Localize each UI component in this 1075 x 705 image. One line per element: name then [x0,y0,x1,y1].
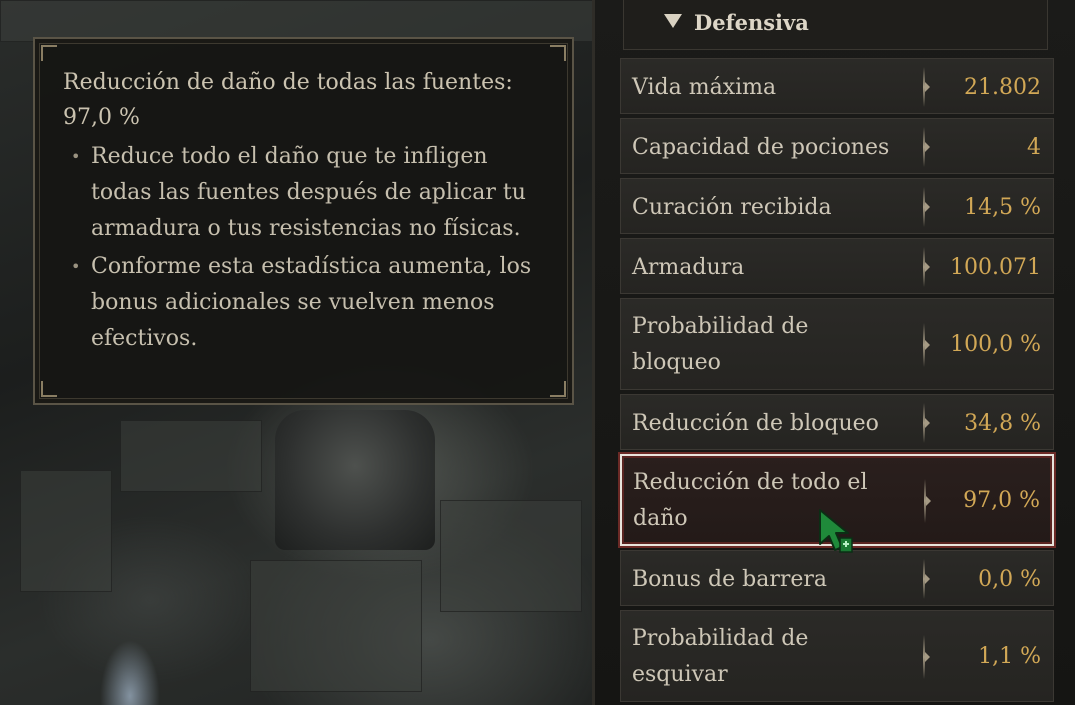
tooltip-bullet-list: • Reduce todo el daño que te infligen to… [63,139,544,357]
stat-name: Armadura [632,255,745,280]
tooltip-bullet: • Conforme esta estadística aumenta, los… [63,249,544,357]
stat-row-block-reduction[interactable]: Reducción de bloqueo 34,8 % [620,394,1054,450]
divider-arrow-icon [925,262,930,272]
stat-name: Bonus de barrera [632,567,828,592]
stone-block [120,420,262,492]
stat-name: Reducción de todo el daño [633,470,868,531]
stat-value: 97,0 % [963,488,1040,513]
stat-name: Probabilidad de bloqueo [632,314,809,375]
divider-arrow-icon [925,82,930,92]
stone-block [20,470,112,592]
mouse-pointer-icon [819,509,853,553]
stat-value: 21.802 [964,75,1041,100]
stat-row-potion-capacity[interactable]: Capacidad de pociones 4 [620,118,1054,174]
stat-row-healing-received[interactable]: Curación recibida 14,5 % [620,178,1054,234]
bullet-icon: • [71,257,81,276]
stat-value: 34,8 % [964,411,1041,436]
stat-value: 4 [1027,135,1041,160]
tooltip-corner-ornament [41,45,57,61]
stat-name: Vida máxima [632,75,777,100]
stat-row-block-chance[interactable]: Probabilidad de bloqueo 100,0 % [620,298,1054,390]
divider-arrow-icon [926,496,931,506]
divider-arrow-icon [925,202,930,212]
stat-value: 1,1 % [978,644,1041,669]
divider-arrow-icon [925,652,930,662]
stat-name: Reducción de bloqueo [632,411,879,436]
divider-arrow-icon [925,142,930,152]
triangle-down-icon [664,14,682,28]
stat-row-armor[interactable]: Armadura 100.071 [620,238,1054,294]
stat-name: Capacidad de pociones [632,135,890,160]
stat-name: Probabilidad de esquivar [632,626,809,687]
tooltip-bullet-text: Reduce todo el daño que te infligen toda… [91,144,526,241]
section-header-defensive[interactable]: Defensiva [623,0,1048,50]
tooltip-corner-ornament [550,45,566,61]
stone-block [250,560,422,692]
divider-arrow-icon [925,574,930,584]
stat-row-barrier-bonus[interactable]: Bonus de barrera 0,0 % [620,550,1054,606]
stat-value: 14,5 % [964,195,1041,220]
stone-block [440,500,582,612]
tooltip-bullet-text: Conforme esta estadística aumenta, los b… [91,254,532,351]
character-stats-panel: Defensiva Vida máxima 21.802 Capacidad d… [592,0,1075,705]
stat-tooltip: Reducción de daño de todas las fuentes: … [33,37,574,405]
tooltip-bullet: • Reduce todo el daño que te infligen to… [63,139,544,247]
stone-statue [275,410,435,550]
stat-value: 100.071 [950,255,1041,280]
bullet-icon: • [71,147,81,166]
stat-row-dodge-chance[interactable]: Probabilidad de esquivar 1,1 % [620,610,1054,702]
stat-value: 0,0 % [978,567,1041,592]
section-title: Defensiva [694,10,809,35]
stat-name: Curación recibida [632,195,832,220]
divider-arrow-icon [925,340,930,350]
divider-arrow-icon [925,418,930,428]
tooltip-corner-ornament [41,381,57,397]
stat-value: 100,0 % [950,332,1041,357]
stone-block [0,0,600,42]
light-glow [100,640,160,705]
tooltip-corner-ornament [550,381,566,397]
stat-row-max-life[interactable]: Vida máxima 21.802 [620,58,1054,114]
tooltip-title: Reducción de daño de todas las fuentes: … [63,70,513,130]
